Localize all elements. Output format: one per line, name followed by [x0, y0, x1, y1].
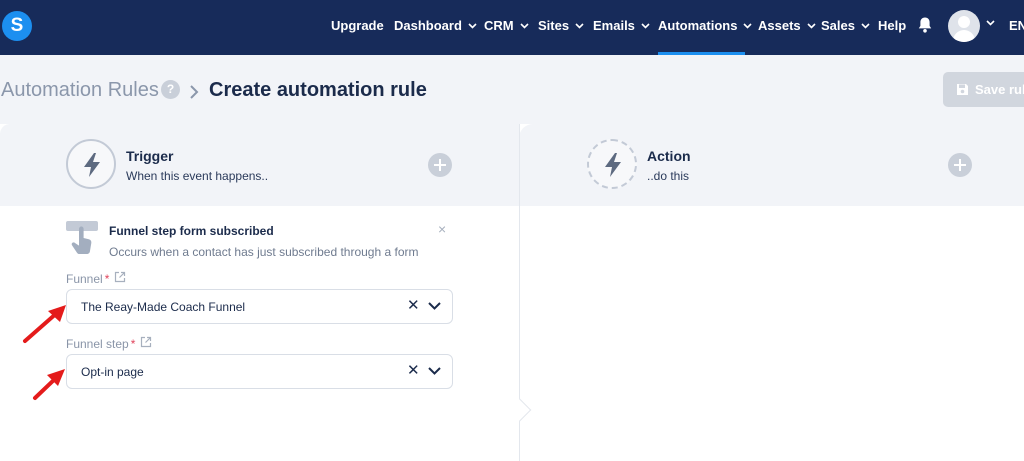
nav-dashboard[interactable]: Dashboard	[394, 0, 477, 55]
lightning-icon	[84, 153, 100, 177]
add-action-button[interactable]	[948, 153, 972, 177]
breadcrumb-separator	[189, 78, 199, 106]
funnel-step-select[interactable]: Opt-in page ✕	[66, 354, 453, 389]
nav-label: Automations	[658, 18, 738, 33]
funnel-step-select-value: Opt-in page	[81, 365, 144, 379]
action-title: Action	[647, 148, 691, 164]
hand-pointer-icon	[66, 221, 98, 254]
nav-label: Assets	[758, 18, 801, 33]
chevron-down-icon[interactable]	[986, 20, 995, 26]
trigger-step-icon	[66, 139, 116, 189]
lightning-icon	[605, 153, 621, 177]
nav-help[interactable]: Help	[878, 0, 906, 55]
app-logo[interactable]: S	[2, 11, 32, 41]
nav-label: Emails	[593, 18, 635, 33]
funnel-step-label-text: Funnel step	[66, 337, 129, 351]
clear-icon[interactable]: ✕	[407, 298, 420, 314]
trigger-card-title: Funnel step form subscribed	[109, 224, 274, 238]
trigger-title: Trigger	[126, 148, 174, 164]
clear-icon[interactable]: ✕	[407, 363, 420, 379]
chevron-down-icon	[743, 23, 753, 29]
chevron-down-icon	[520, 23, 529, 29]
nav-assets[interactable]: Assets	[758, 0, 816, 55]
nav-label: Dashboard	[394, 18, 462, 33]
external-link-icon[interactable]	[140, 336, 152, 348]
action-step-icon	[587, 139, 637, 189]
required-marker: *	[130, 337, 136, 351]
chevron-down-icon	[861, 23, 870, 29]
chevron-down-icon	[641, 23, 650, 29]
funnel-label-text: Funnel	[66, 272, 103, 286]
save-rule-label: Save rule	[975, 82, 1024, 97]
chevron-down-icon[interactable]	[428, 367, 441, 375]
save-rule-button[interactable]: Save rule	[943, 72, 1024, 107]
required-marker: *	[104, 272, 110, 286]
annotation-arrow-icon	[33, 369, 65, 400]
chevron-down-icon	[468, 23, 477, 29]
avatar-body	[953, 30, 975, 42]
annotation-arrow-icon	[23, 305, 66, 343]
chevron-down-icon	[575, 23, 584, 29]
external-link-icon[interactable]	[114, 271, 126, 283]
close-icon[interactable]: ×	[438, 222, 446, 236]
avatar-head	[958, 16, 970, 28]
trigger-card-description: Occurs when a contact has just subscribe…	[109, 245, 419, 259]
trigger-subtitle: When this event happens..	[126, 169, 269, 183]
nav-label: Sites	[538, 18, 570, 33]
nav-sites[interactable]: Sites	[538, 0, 584, 55]
nav-label: Sales	[821, 18, 855, 33]
chevron-down-icon	[807, 23, 816, 29]
breadcrumb-automation-rules[interactable]: Automation Rules	[1, 79, 159, 102]
avatar[interactable]	[948, 10, 980, 42]
nav-automations[interactable]: Automations	[658, 0, 753, 55]
funnel-select[interactable]: The Reay-Made Coach Funnel ✕	[66, 289, 453, 324]
top-nav-bar: S Upgrade Dashboard CRM Sites Emails Aut…	[0, 0, 1024, 55]
nav-sales[interactable]: Sales	[821, 0, 870, 55]
nav-crm[interactable]: CRM	[484, 0, 529, 55]
floppy-disk-icon	[957, 84, 968, 95]
chevron-down-icon[interactable]	[428, 302, 441, 310]
nav-label: Help	[878, 18, 907, 33]
funnel-label: Funnel *	[66, 272, 109, 286]
nav-label: CRM	[484, 18, 514, 33]
column-connector-notch	[508, 398, 532, 422]
chevron-right-icon	[190, 85, 199, 99]
nav-label: Upgrade	[331, 18, 384, 33]
nav-emails[interactable]: Emails	[593, 0, 650, 55]
help-icon[interactable]: ?	[161, 80, 180, 99]
bell-icon[interactable]	[917, 16, 933, 34]
funnel-select-value: The Reay-Made Coach Funnel	[81, 300, 246, 314]
add-trigger-button[interactable]	[428, 153, 452, 177]
funnel-step-label: Funnel step *	[66, 337, 135, 351]
language-selector[interactable]: EN	[1009, 18, 1024, 33]
action-subtitle: ..do this	[647, 169, 690, 183]
nav-upgrade[interactable]: Upgrade	[331, 0, 384, 55]
page-title: Create automation rule	[209, 79, 427, 101]
